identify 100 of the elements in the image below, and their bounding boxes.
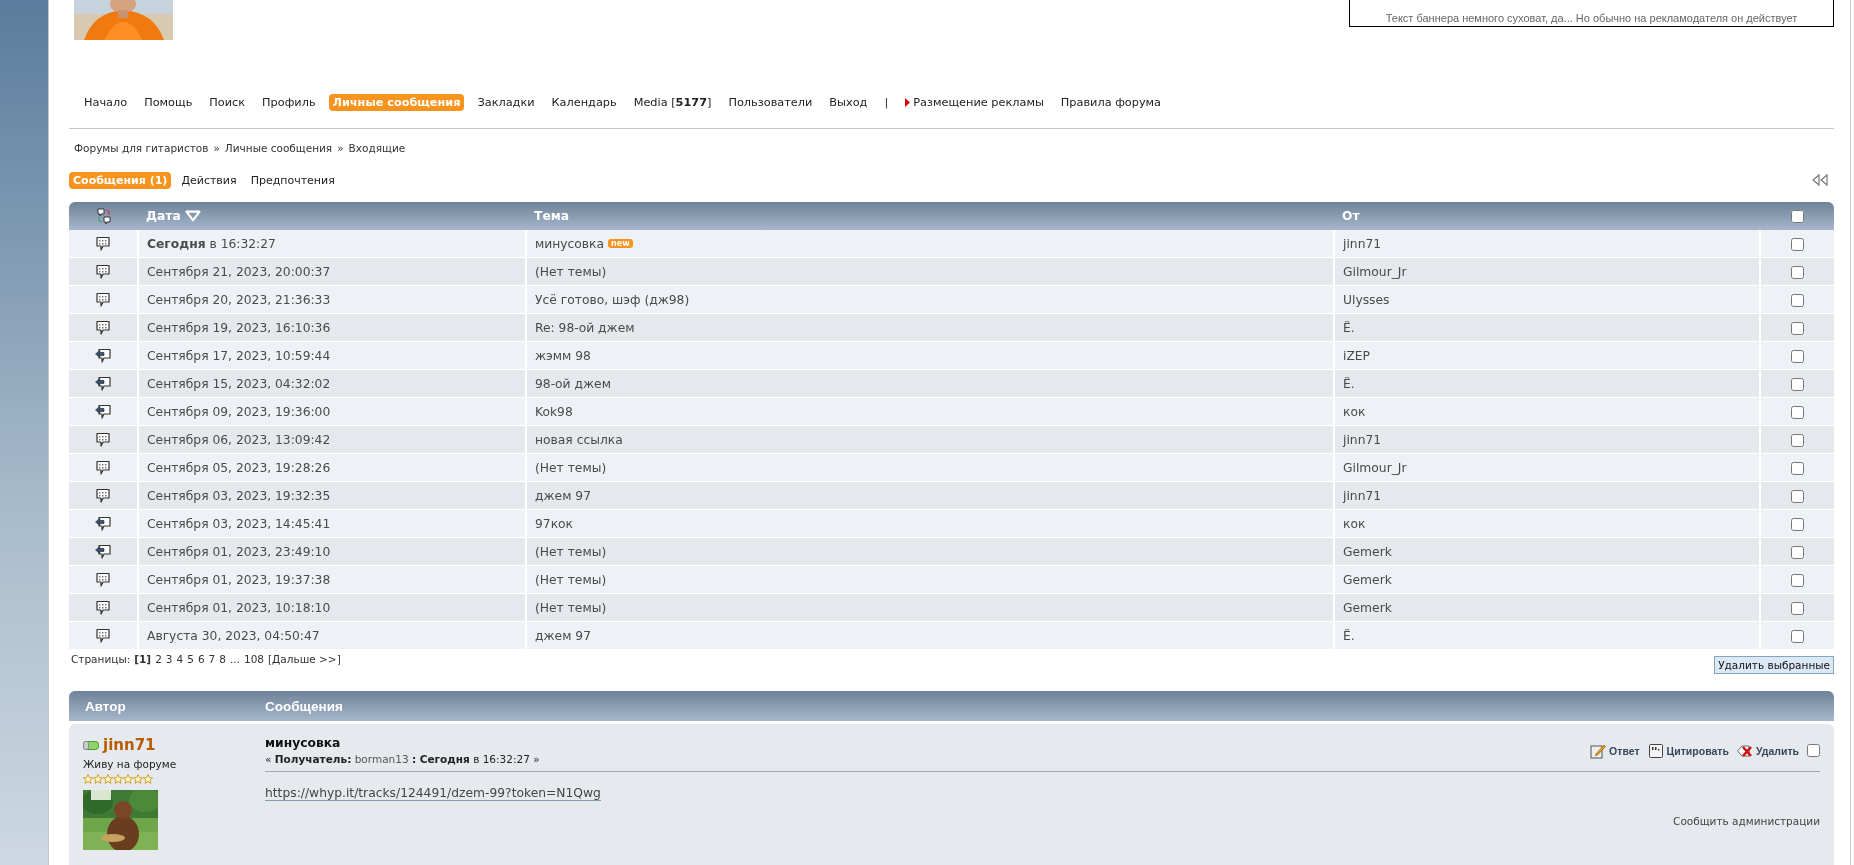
next-page-link[interactable]: [Дальше >>] [268, 653, 341, 665]
message-subject[interactable]: джем 97 [535, 488, 591, 503]
page-link[interactable]: 3 [165, 653, 173, 665]
message-subject[interactable]: джем 97 [535, 628, 591, 643]
message-date: Сентября 01, 2023, 19:37:38 [147, 572, 331, 587]
row-checkbox[interactable] [1791, 377, 1804, 391]
quote-icon [1647, 742, 1664, 759]
post-title: минусовка [265, 736, 342, 750]
banner-ad[interactable]: Текст баннера немного суховат, да... Но обычно на рекламодателя он действует [1349, 0, 1834, 27]
sender-name[interactable]: Gemerk [1343, 600, 1392, 615]
nav-link[interactable]: Media [5177] [629, 93, 716, 111]
row-checkbox[interactable] [1791, 573, 1804, 587]
page-link[interactable]: 108 [243, 653, 264, 665]
report-link[interactable]: Сообщить администрации [1673, 815, 1820, 827]
page-link[interactable]: 4 [176, 653, 184, 665]
message-subject[interactable]: (Нет темы) [535, 264, 607, 279]
page-link[interactable]: [1] [134, 653, 152, 665]
nav-link[interactable]: Выход [825, 93, 872, 111]
message-icon [95, 487, 111, 504]
message-subject[interactable]: Усё готово, шэф (дж98) [535, 292, 690, 307]
message-subject[interactable]: (Нет темы) [535, 544, 607, 559]
nav-link[interactable]: Календарь [547, 93, 621, 111]
sender-name[interactable]: Gilmour_Jr [1343, 460, 1407, 475]
message-date: Сентября 15, 2023, 04:32:02 [147, 376, 331, 391]
nav-link[interactable]: Поиск [205, 93, 250, 111]
message-subject[interactable]: 98-ой джем [535, 376, 611, 391]
row-checkbox[interactable] [1791, 545, 1804, 559]
sender-name[interactable]: Ё. [1343, 628, 1355, 643]
message-date: Сентября 05, 2023, 19:28:26 [147, 460, 331, 475]
rewind-icon[interactable] [1812, 174, 1828, 186]
message-date: Сентября 01, 2023, 23:49:10 [147, 544, 331, 559]
sort-icon[interactable] [95, 208, 112, 224]
post-checkbox[interactable] [1807, 744, 1820, 757]
sender-name[interactable]: jinn71 [1343, 488, 1382, 503]
nav-link[interactable]: Начало [80, 93, 132, 111]
nav-link[interactable]: Помощь [140, 93, 197, 111]
author-name[interactable]: jinn71 [103, 736, 156, 754]
message-subject[interactable]: новая ссылка [535, 432, 623, 447]
row-checkbox[interactable] [1791, 405, 1804, 419]
row-checkbox[interactable] [1791, 433, 1804, 447]
sender-name[interactable]: jinn71 [1343, 236, 1382, 251]
row-checkbox[interactable] [1791, 349, 1804, 363]
recipient-link[interactable]: borman13 [354, 753, 409, 765]
author-rank: Живу на форуме [83, 758, 178, 770]
post-action-link[interactable]: Ответ [1590, 742, 1640, 759]
page-link[interactable]: 2 [155, 653, 162, 665]
breadcrumb-link[interactable]: Входящие [348, 142, 406, 154]
nav-link[interactable]: Пользователи [724, 93, 817, 111]
sender-name[interactable]: jinn71 [1343, 432, 1382, 447]
nav-link[interactable]: Профиль [258, 93, 320, 111]
nav-link[interactable]: Закладки [473, 93, 539, 111]
row-checkbox[interactable] [1791, 489, 1804, 503]
message-date: Августа 30, 2023, 04:50:47 [147, 628, 320, 643]
tab[interactable]: Предпочтения [246, 171, 339, 189]
row-checkbox[interactable] [1791, 293, 1804, 307]
sender-name[interactable]: Ё. [1343, 376, 1355, 391]
row-checkbox[interactable] [1791, 629, 1804, 643]
message-subject[interactable]: Kok98 [535, 404, 573, 419]
sender-name[interactable]: Ulysses [1343, 292, 1390, 307]
message-subject[interactable]: Re: 98-ой джем [535, 320, 635, 335]
message-subject[interactable]: жэмм 98 [535, 348, 591, 363]
page-link[interactable]: 8 [219, 653, 226, 665]
page-link[interactable]: 6 [197, 653, 205, 665]
sender-name[interactable]: iZEP [1343, 348, 1371, 363]
message-subject[interactable]: 97кок [535, 516, 574, 531]
message-date: Сентября 03, 2023, 19:32:35 [147, 488, 331, 503]
post-link[interactable]: https://whyp.it/tracks/124491/dzem-99?token=N1Qwg [265, 786, 601, 801]
message-icon [95, 599, 111, 616]
post-meta: « Получатель: [265, 753, 353, 765]
breadcrumb-link[interactable]: Форумы для гитаристов [74, 142, 209, 154]
sort-descending-icon[interactable] [184, 208, 201, 224]
column-header: Сообщения [265, 698, 343, 714]
row-checkbox[interactable] [1791, 321, 1804, 335]
post-action-link[interactable]: Удалить [1736, 742, 1799, 759]
row-checkbox[interactable] [1791, 601, 1804, 615]
page-link[interactable]: 7 [208, 653, 216, 665]
delete-selected-button[interactable]: Удалить выбранные [1714, 656, 1834, 674]
sender-name[interactable]: Gilmour_Jr [1343, 264, 1407, 279]
sender-name[interactable]: Gemerk [1343, 572, 1392, 587]
sender-name[interactable]: кок [1343, 516, 1366, 531]
sender-name[interactable]: Ё. [1343, 320, 1355, 335]
message-subject[interactable]: (Нет темы) [535, 600, 607, 615]
post-action-link[interactable]: Цитировать [1647, 742, 1729, 759]
tab[interactable]: Действия [177, 171, 241, 189]
nav-link[interactable]: Размещение рекламы [901, 93, 1048, 111]
row-checkbox[interactable] [1791, 237, 1804, 251]
row-checkbox[interactable] [1791, 461, 1804, 475]
page-link[interactable]: 5 [187, 653, 194, 665]
row-checkbox[interactable] [1791, 265, 1804, 279]
sender-name[interactable]: Gemerk [1343, 544, 1392, 559]
breadcrumb-link[interactable]: Личные сообщения [224, 142, 333, 154]
row-checkbox[interactable] [1791, 517, 1804, 531]
message-subject[interactable]: (Нет темы) [535, 460, 607, 475]
nav-link[interactable]: Правила форума [1056, 93, 1166, 111]
select-all-checkbox[interactable] [1790, 210, 1804, 223]
message-icon [95, 263, 111, 280]
message-date: Сентября 06, 2023, 13:09:42 [147, 432, 331, 447]
sender-name[interactable]: кок [1343, 404, 1366, 419]
message-subject[interactable]: (Нет темы) [535, 572, 607, 587]
message-subject[interactable]: минусовка [535, 236, 605, 251]
